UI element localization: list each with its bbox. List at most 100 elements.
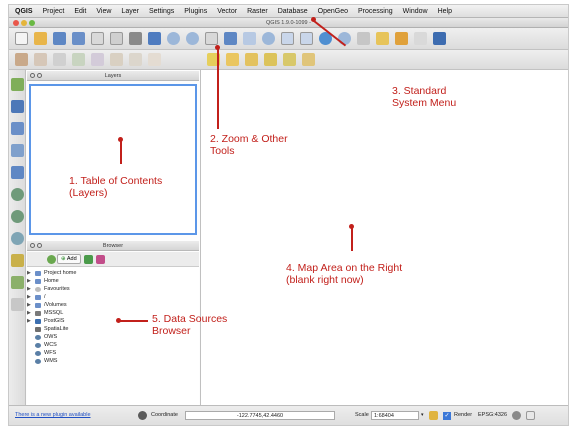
refresh-icon[interactable] bbox=[47, 254, 56, 264]
zoom-last-icon[interactable] bbox=[281, 32, 294, 45]
change-label-icon[interactable] bbox=[302, 53, 315, 66]
render-checkbox[interactable]: ✓ bbox=[443, 412, 451, 420]
add-mssql-layer-icon[interactable] bbox=[11, 166, 24, 179]
expand-arrow-icon[interactable]: ▶ bbox=[27, 294, 35, 300]
add-spatialite-layer-icon[interactable] bbox=[11, 144, 24, 157]
expand-arrow-icon[interactable]: ▶ bbox=[27, 302, 35, 308]
map-canvas[interactable] bbox=[200, 70, 568, 405]
zoom-native-icon[interactable] bbox=[205, 32, 218, 45]
close-window-button[interactable] bbox=[13, 20, 19, 26]
folder-icon bbox=[35, 294, 41, 300]
add-delimited-text-icon[interactable] bbox=[11, 254, 24, 267]
add-raster-layer-icon[interactable] bbox=[11, 100, 24, 113]
menu-plugins[interactable]: Plugins bbox=[184, 8, 207, 15]
cut-features-icon[interactable] bbox=[129, 53, 142, 66]
menu-vector[interactable]: Vector bbox=[217, 8, 237, 15]
delete-selected-icon[interactable] bbox=[110, 53, 123, 66]
add-postgis-layer-icon[interactable] bbox=[11, 122, 24, 135]
expand-arrow-icon[interactable]: ▶ bbox=[27, 286, 35, 292]
show-hide-labels-icon[interactable] bbox=[245, 53, 258, 66]
move-feature-icon[interactable] bbox=[72, 53, 85, 66]
toggle-extents-icon[interactable] bbox=[138, 411, 147, 420]
menu-database[interactable]: Database bbox=[278, 8, 308, 15]
copy-features-icon[interactable] bbox=[148, 53, 161, 66]
pin-labels-icon[interactable] bbox=[226, 53, 239, 66]
zoom-next-icon[interactable] bbox=[300, 32, 313, 45]
browser-tree-item[interactable]: ▶ Project home bbox=[27, 269, 199, 277]
select-features-icon[interactable] bbox=[357, 32, 370, 45]
menu-view[interactable]: View bbox=[96, 8, 111, 15]
add-feature-icon[interactable] bbox=[53, 53, 66, 66]
add-layer-button[interactable]: ⊕ Add bbox=[57, 254, 81, 264]
menu-help[interactable]: Help bbox=[438, 8, 452, 15]
minimize-window-button[interactable] bbox=[21, 20, 27, 26]
save-project-icon[interactable] bbox=[53, 32, 66, 45]
filter-icon[interactable] bbox=[83, 254, 93, 264]
zoom-out-icon[interactable] bbox=[186, 32, 199, 45]
menu-window[interactable]: Window bbox=[403, 8, 428, 15]
move-label-icon[interactable] bbox=[264, 53, 277, 66]
zoom-window-button[interactable] bbox=[29, 20, 35, 26]
pan-to-selection-icon[interactable] bbox=[148, 32, 161, 45]
attribute-table-icon[interactable] bbox=[376, 32, 389, 45]
new-spatialite-layer-icon[interactable] bbox=[11, 298, 24, 311]
map-tips-icon[interactable] bbox=[414, 32, 427, 45]
menu-processing[interactable]: Processing bbox=[358, 8, 393, 15]
browser-tree-item[interactable]: WCS bbox=[27, 341, 199, 349]
menu-settings[interactable]: Settings bbox=[149, 8, 174, 15]
menu-layer[interactable]: Layer bbox=[121, 8, 139, 15]
new-project-icon[interactable] bbox=[15, 32, 28, 45]
crs-globe-icon[interactable] bbox=[512, 411, 521, 420]
expand-arrow-icon[interactable]: ▶ bbox=[27, 318, 35, 324]
rotate-label-icon[interactable] bbox=[283, 53, 296, 66]
render-label: Render bbox=[454, 412, 473, 418]
zoom-to-layer-icon[interactable] bbox=[262, 32, 275, 45]
bookmarks-icon[interactable] bbox=[433, 32, 446, 45]
new-shapefile-icon[interactable] bbox=[11, 276, 24, 289]
add-vector-layer-icon[interactable] bbox=[11, 78, 24, 91]
toggle-editing-icon[interactable] bbox=[15, 53, 28, 66]
menu-app[interactable]: QGIS bbox=[15, 8, 33, 15]
close-panel-icon[interactable] bbox=[30, 73, 35, 78]
save-edits-icon[interactable] bbox=[34, 53, 47, 66]
menu-opengeo[interactable]: OpenGeo bbox=[318, 8, 348, 15]
measure-icon[interactable] bbox=[395, 32, 408, 45]
float-panel-icon[interactable] bbox=[37, 73, 42, 78]
expand-arrow-icon[interactable]: ▶ bbox=[27, 310, 35, 316]
zoom-full-icon[interactable] bbox=[224, 32, 237, 45]
layers-table-of-contents[interactable] bbox=[29, 84, 197, 235]
float-panel-icon[interactable] bbox=[37, 243, 42, 248]
collapse-all-icon[interactable] bbox=[95, 254, 105, 264]
close-panel-icon[interactable] bbox=[30, 243, 35, 248]
expand-arrow-icon[interactable]: ▶ bbox=[27, 278, 35, 284]
scale-field[interactable]: 1:68404 bbox=[371, 411, 419, 420]
browser-tree-item[interactable]: WMS bbox=[27, 357, 199, 365]
new-plugin-link[interactable]: There is a new plugin available bbox=[15, 412, 91, 418]
menu-raster[interactable]: Raster bbox=[247, 8, 268, 15]
add-wfs-layer-icon[interactable] bbox=[11, 232, 24, 245]
expand-arrow-icon[interactable]: ▶ bbox=[27, 270, 35, 276]
composer-manager-icon[interactable] bbox=[110, 32, 123, 45]
browser-tree-item[interactable]: WFS bbox=[27, 349, 199, 357]
add-wms-layer-icon[interactable] bbox=[11, 188, 24, 201]
node-tool-icon[interactable] bbox=[91, 53, 104, 66]
coordinate-field[interactable]: -122.7745,42.4460 bbox=[185, 411, 335, 420]
browser-tree-item[interactable]: ▶ Favourites bbox=[27, 285, 199, 293]
zoom-to-selection-icon[interactable] bbox=[243, 32, 256, 45]
messages-icon[interactable] bbox=[526, 411, 535, 420]
add-wcs-layer-icon[interactable] bbox=[11, 210, 24, 223]
zoom-in-icon[interactable] bbox=[167, 32, 180, 45]
scale-dropdown-icon[interactable]: ▾ bbox=[421, 412, 424, 418]
stop-render-icon[interactable] bbox=[429, 411, 438, 420]
pan-icon[interactable] bbox=[129, 32, 142, 45]
menu-project[interactable]: Project bbox=[43, 8, 65, 15]
print-composer-icon[interactable] bbox=[91, 32, 104, 45]
browser-tree-item[interactable]: ▶ /Volumes bbox=[27, 301, 199, 309]
open-project-icon[interactable] bbox=[34, 32, 47, 45]
crs-status[interactable]: EPSG:4326 bbox=[478, 412, 507, 418]
browser-tree-item[interactable]: ▶ / bbox=[27, 293, 199, 301]
browser-tree-item[interactable]: ▶ Home bbox=[27, 277, 199, 285]
menu-edit[interactable]: Edit bbox=[74, 8, 86, 15]
zoom-annotation-line bbox=[217, 49, 219, 129]
save-as-icon[interactable] bbox=[72, 32, 85, 45]
